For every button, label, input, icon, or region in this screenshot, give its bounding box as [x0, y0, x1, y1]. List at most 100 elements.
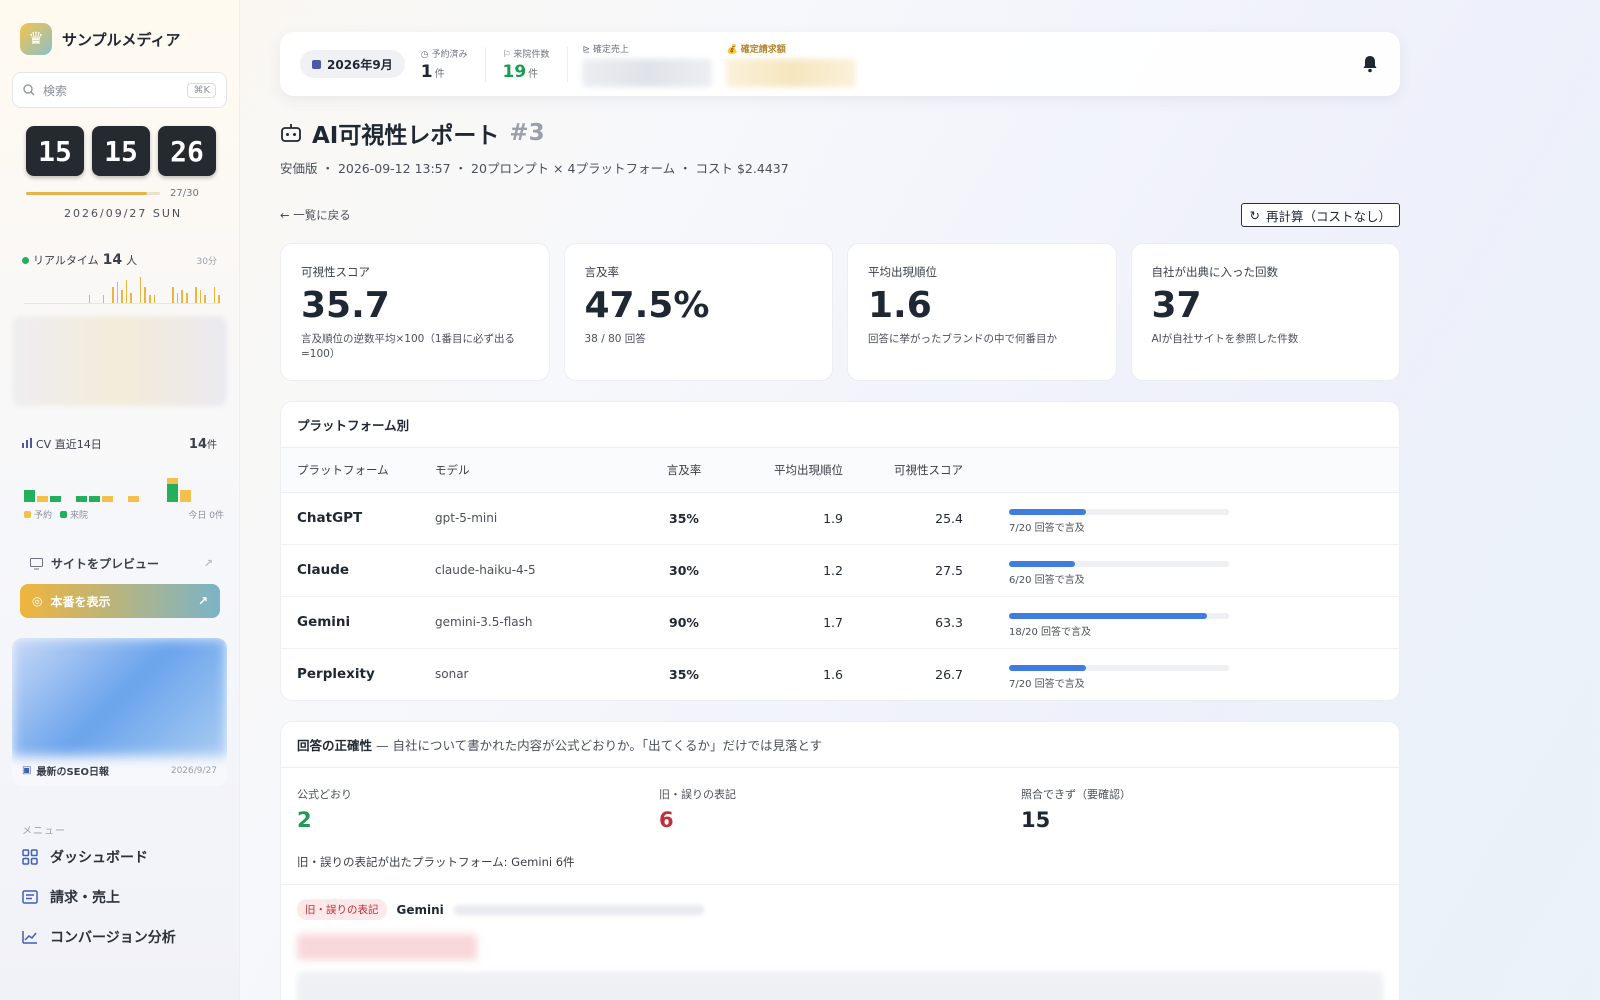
- recalculate-button[interactable]: ↻ 再計算（コストなし）: [1240, 203, 1400, 227]
- mention-bar-cell: 7/20 回答で言及: [979, 648, 1399, 700]
- report-number: #3: [509, 120, 545, 146]
- mention-bar-track: [1009, 508, 1229, 515]
- clock-hours: 15: [26, 126, 84, 176]
- realtime-label: リアルタイム: [33, 254, 99, 267]
- platform-rank: 1.2: [739, 544, 859, 597]
- col-average-rank: 平均出現順位: [739, 448, 859, 493]
- platform-model: gemini-3.5-flash: [419, 596, 629, 649]
- platform-table: プラットフォーム モデル 言及率 平均出現順位 可視性スコア ChatGPT g…: [281, 448, 1399, 700]
- globe-icon: ◎: [32, 594, 43, 608]
- report-meta: 安価版 ・ 2026-09-12 13:57 ・ 20プロンプト × 4プラット…: [280, 161, 789, 176]
- action-row: ← 一覧に戻る ↻ 再計算（コストなし）: [280, 203, 1400, 227]
- brand-name: サンプルメディア: [62, 30, 181, 49]
- page-header: AI可視性レポート #3: [280, 116, 1400, 150]
- menu-label-billing: 請求・売上: [50, 890, 120, 906]
- flip-clock: 15 15 26: [12, 126, 227, 176]
- accuracy-value: 2: [297, 808, 312, 832]
- sparkline-bar: [144, 287, 146, 303]
- menu-item-billing[interactable]: 請求・売上: [12, 877, 227, 917]
- cv-bar: [76, 496, 87, 502]
- cv-count-wrap: 14件: [189, 436, 217, 452]
- mention-bar-track: [1009, 664, 1229, 671]
- cv-bar: [50, 496, 61, 502]
- cv-bar-reserve: [37, 496, 48, 502]
- cv-bar-visit: [167, 484, 178, 502]
- search-input[interactable]: 検索 ⌘K: [12, 72, 227, 108]
- bar-chart-icon: [22, 438, 32, 448]
- back-to-list-link[interactable]: ← 一覧に戻る: [280, 207, 351, 223]
- grid-icon: [22, 849, 38, 865]
- col-visibility-score: 可視性スコア: [859, 448, 979, 493]
- realtime-span: 30分: [196, 257, 217, 267]
- bell-icon[interactable]: [1360, 54, 1380, 74]
- platform-rank: 1.6: [823, 666, 843, 682]
- clock-minutes: 15: [92, 126, 150, 176]
- cv-bar: [37, 496, 48, 502]
- platform-score: 27.5: [859, 544, 979, 597]
- seo-footer: ▣ 最新のSEO日報 2026/9/27: [22, 763, 217, 778]
- month-progress-fill: [26, 192, 147, 195]
- platform-name: Gemini: [281, 596, 419, 649]
- mention-bar-track: [1009, 612, 1229, 619]
- table-row: Gemini gemini-3.5-flash 90% 1.7 63.3 18/…: [281, 596, 1399, 649]
- external-link-icon: ↗: [197, 594, 208, 608]
- sparkline-bar: [116, 282, 119, 303]
- mention-bar-fill: [1009, 664, 1086, 671]
- monitor-icon: [30, 557, 43, 569]
- view-live-button[interactable]: ◎ 本番を表示 ↗: [20, 584, 220, 618]
- month-progress-track: [26, 192, 160, 195]
- blurred-quote: [297, 972, 1383, 1000]
- kpi-label: 可視性スコア: [301, 265, 370, 279]
- accuracy-unverified: 照合できず（要確認） 15: [1021, 786, 1383, 832]
- invoice-icon: [22, 890, 38, 904]
- stat-billing: 💰 確定請求額: [726, 42, 857, 87]
- stat-visits-value: 19 件: [502, 61, 539, 82]
- current-date: 2026/09/27 SUN: [64, 207, 183, 220]
- kpi-sub: AIが自社サイトを参照した件数: [1151, 333, 1299, 345]
- month-selector[interactable]: 2026年9月: [300, 50, 405, 78]
- external-link-icon: ↗: [203, 557, 213, 570]
- menu-item-dashboard[interactable]: ダッシュボード: [12, 837, 227, 877]
- accuracy-section-title: 回答の正確性 — 自社について書かれた内容が公式どおりか。「出てくるか」だけでは…: [281, 722, 1399, 768]
- seo-report-card[interactable]: ▣ 最新のSEO日報 2026/9/27: [12, 638, 227, 786]
- mention-caption: 7/20 回答で言及: [1009, 522, 1085, 534]
- kpi-cards: 可視性スコア 35.7 言及順位の逆数平均×100（1番目に必ず出る=100） …: [280, 243, 1400, 381]
- accuracy-value: 6: [659, 808, 674, 832]
- chart-line-icon: [22, 931, 37, 944]
- table-row: Perplexity sonar 35% 1.6 26.7 7/20 回答で言及: [281, 648, 1399, 700]
- site-preview-link[interactable]: サイトをプレビュー ↗: [12, 555, 227, 572]
- refresh-icon: ↻: [1249, 207, 1260, 223]
- cv-bar: [24, 490, 35, 502]
- platform-score: 63.3: [859, 596, 979, 649]
- legend-reserve: 予約: [24, 508, 52, 521]
- live-dot-icon: [22, 257, 29, 264]
- sparkline-bar: [195, 287, 197, 303]
- sparkline-bar: [181, 290, 183, 303]
- table-row: ChatGPT gpt-5-mini 35% 1.9 25.4 7/20 回答で…: [281, 492, 1399, 545]
- cv-bar-reserve: [180, 490, 191, 502]
- sparkline-bar: [102, 295, 105, 303]
- accuracy-label: 公式どおり: [297, 788, 352, 801]
- search-icon: [23, 84, 35, 96]
- kpi-value: 1.6: [868, 285, 932, 326]
- blurred-text: [453, 904, 704, 915]
- kpi-value: 35.7: [301, 285, 390, 326]
- cv-count: 14: [188, 437, 207, 452]
- cv-bar-reserve: [128, 496, 139, 502]
- sparkline-bar: [204, 295, 206, 303]
- platform-name: Perplexity: [297, 666, 375, 683]
- sparkline-bar: [121, 290, 123, 303]
- mention-caption: 7/20 回答で言及: [1009, 678, 1085, 690]
- sparkline-bar: [153, 295, 156, 303]
- brand[interactable]: ♛ サンプルメディア: [20, 20, 227, 58]
- menu-item-conversion[interactable]: コンバージョン分析: [12, 917, 227, 957]
- sparkline-bar: [176, 292, 179, 303]
- stat-reserved-value: 1件: [420, 61, 445, 82]
- platform-rate: 90%: [629, 596, 739, 649]
- stat-sales-blurred: [582, 58, 713, 87]
- kpi-average-rank: 平均出現順位 1.6 回答に挙がったブランドの中で何番目か: [847, 243, 1117, 381]
- stat-reserved: ◷ 予約済み 1件: [420, 46, 487, 82]
- kpi-value: 37: [1151, 285, 1202, 326]
- realtime-visitors: リアルタイム 14 人 30分: [12, 252, 227, 268]
- accuracy-title: 回答の正確性: [297, 738, 373, 753]
